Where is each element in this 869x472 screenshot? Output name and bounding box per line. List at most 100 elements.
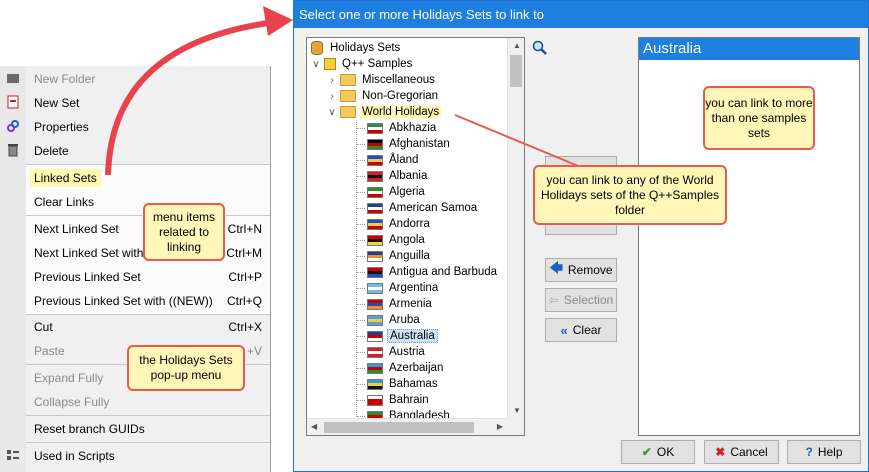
help-button[interactable]: ? Help [787, 440, 861, 464]
tree-country-item[interactable]: Bahrain [357, 392, 431, 408]
tree-country-item[interactable]: Albania [357, 168, 429, 184]
scroll-up-icon[interactable]: ▲ [513, 41, 521, 50]
country-label: Anguilla [389, 250, 430, 262]
tree-country-item[interactable]: Algeria [357, 184, 427, 200]
scroll-right-icon[interactable]: ▶ [497, 422, 503, 431]
cancel-button[interactable]: ✖ Cancel [704, 440, 779, 464]
tree-country-item[interactable]: Azerbaijan [357, 360, 445, 376]
country-label: Bahamas [389, 378, 438, 390]
menu-item-properties[interactable]: Properties [7, 116, 270, 138]
tree-country-item[interactable]: Andorra [357, 216, 432, 232]
checkmark-icon: ✔ [641, 445, 652, 459]
tree-connector [357, 175, 365, 177]
tree-country-item[interactable]: Afghanistan [357, 136, 452, 152]
callout-menu-items: menu items related to linking [143, 203, 225, 261]
tree-connector [357, 223, 365, 225]
country-label: Afghanistan [389, 138, 450, 150]
country-label: Armenia [389, 298, 432, 310]
scroll-down-icon[interactable]: ▼ [513, 406, 521, 415]
menu-item-cut[interactable]: Cut Ctrl+X [26, 316, 270, 338]
flag-icon [367, 282, 383, 294]
flag-icon [367, 186, 383, 198]
tree-country-item[interactable]: Armenia [357, 296, 434, 312]
tree-connector [357, 159, 365, 161]
country-label: Bahrain [389, 394, 429, 406]
flag-icon [367, 346, 383, 358]
trash-icon [6, 143, 20, 157]
menu-item-linked-sets[interactable]: Linked Sets [26, 167, 270, 189]
new-set-icon [6, 95, 20, 109]
tree-country-item[interactable]: Argentina [357, 280, 440, 296]
menu-item-new-folder[interactable]: New Folder [7, 68, 270, 90]
country-label: Argentina [389, 282, 439, 294]
folder-icon [340, 90, 356, 102]
tree-country-item[interactable]: American Samoa [357, 200, 479, 216]
flag-icon [367, 250, 383, 262]
tree-country-item[interactable]: Bahamas [357, 376, 440, 392]
tree-connector [357, 303, 365, 305]
linked-set-item[interactable]: Australia [639, 38, 859, 60]
tree-country-item[interactable]: Bangladesh [357, 408, 452, 418]
tree-country-item[interactable]: Australia [357, 328, 438, 344]
menu-item-delete[interactable]: Delete [8, 140, 270, 162]
folder-icon [340, 74, 356, 86]
tree-node-samples[interactable]: ∨ Q++ Samples [311, 56, 414, 72]
tree-connector [357, 319, 365, 321]
clear-button[interactable]: « Clear [545, 318, 617, 342]
tree-connector [357, 191, 365, 193]
chevron-right-icon[interactable]: › [327, 91, 337, 102]
tree-horizontal-scrollbar[interactable]: ◀ ▶ [307, 418, 507, 435]
flag-icon [367, 170, 383, 182]
menu-item-new-set[interactable]: New Set [7, 92, 270, 114]
flag-icon [367, 202, 383, 214]
tree-country-item[interactable]: Antigua and Barbuda [357, 264, 499, 280]
menu-item-previous-linked-set[interactable]: Previous Linked Set Ctrl+P [26, 266, 270, 288]
holidays-tree[interactable]: Holidays Sets ∨ Q++ Samples › Miscellane… [306, 37, 525, 436]
selection-button[interactable]: ⇦ Selection [545, 288, 617, 312]
tree-country-item[interactable]: Angola [357, 232, 427, 248]
tree-folder-world-holidays[interactable]: ∨ World Holidays [327, 104, 442, 120]
menu-separator [26, 314, 270, 315]
menu-item-used-in-scripts[interactable]: Used in Scripts [7, 445, 270, 467]
double-arrow-left-icon: « [560, 322, 568, 338]
ok-button[interactable]: ✔ OK [621, 440, 695, 464]
horizontal-scroll-thumb[interactable] [324, 422, 474, 433]
menu-separator [26, 415, 270, 416]
tree-folder-non-gregorian[interactable]: › Non-Gregorian [327, 88, 440, 104]
samples-icon [324, 58, 336, 70]
tree-vertical-scrollbar[interactable]: ▲ ▼ [507, 38, 524, 418]
flag-icon [367, 378, 383, 390]
flag-icon [367, 218, 383, 230]
chevron-down-icon[interactable]: ∨ [327, 107, 337, 118]
tree-country-item[interactable]: Austria [357, 344, 427, 360]
menu-item-reset-branch-guids[interactable]: Reset branch GUIDs [26, 418, 270, 440]
flag-icon [367, 330, 383, 342]
tree-connector [357, 207, 365, 209]
remove-button[interactable]: 🡄 Remove [545, 258, 617, 282]
callout-world-holidays: you can link to any of the World Holiday… [533, 165, 727, 225]
search-icon[interactable] [532, 40, 548, 56]
menu-item-previous-linked-set-new[interactable]: Previous Linked Set with ((NEW)) Ctrl+Q [26, 290, 270, 312]
holidays-sets-popup-menu: New Folder New Set Properties Delete Lin… [0, 66, 271, 472]
flag-icon [367, 314, 383, 326]
scroll-left-icon[interactable]: ◀ [311, 422, 317, 431]
tree-root[interactable]: Holidays Sets [311, 40, 402, 56]
country-label: Aruba [389, 314, 420, 326]
callout-multiple-sets: you can link to more than one samples se… [703, 86, 815, 150]
tree-connector [357, 239, 365, 241]
arrow-left-outline-icon: ⇦ [548, 293, 559, 307]
help-icon: ? [805, 445, 813, 459]
tree-country-item[interactable]: Anguilla [357, 248, 432, 264]
chevron-right-icon[interactable]: › [327, 75, 337, 86]
country-label: Australia [387, 329, 438, 343]
database-icon [311, 41, 323, 55]
properties-icon [6, 119, 20, 133]
tree-folder-miscellaneous[interactable]: › Miscellaneous [327, 72, 437, 88]
chevron-down-icon[interactable]: ∨ [311, 59, 321, 70]
vertical-scroll-thumb[interactable] [510, 55, 522, 87]
tree-country-item[interactable]: Åland [357, 152, 420, 168]
country-label: American Samoa [389, 202, 478, 214]
tree-country-item[interactable]: Abkhazia [357, 120, 438, 136]
tree-country-item[interactable]: Aruba [357, 312, 422, 328]
menu-item-collapse-fully[interactable]: Collapse Fully [26, 391, 270, 413]
